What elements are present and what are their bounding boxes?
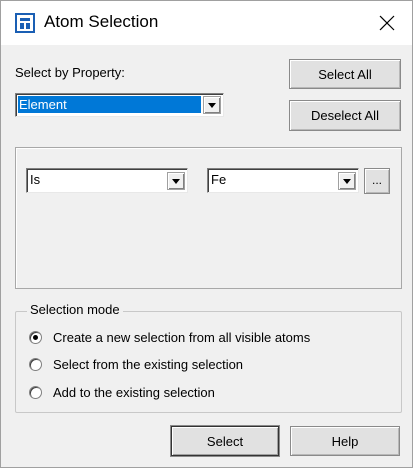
operator-dropdown-arrow[interactable] bbox=[167, 172, 185, 190]
radio-button[interactable] bbox=[29, 386, 42, 399]
window-title: Atom Selection bbox=[44, 12, 159, 31]
property-dropdown-arrow[interactable] bbox=[203, 96, 221, 114]
radio-label: Add to the existing selection bbox=[53, 385, 215, 400]
operator-dropdown[interactable]: Is bbox=[26, 168, 188, 193]
radio-label: Select from the existing selection bbox=[53, 357, 244, 372]
select-button[interactable]: Select bbox=[171, 426, 279, 456]
value-dropdown-arrow[interactable] bbox=[338, 172, 356, 190]
deselect-all-button[interactable]: Deselect All bbox=[289, 100, 401, 131]
operator-value: Is bbox=[30, 172, 41, 187]
select-all-button[interactable]: Select All bbox=[289, 59, 401, 89]
browse-button[interactable]: ... bbox=[364, 168, 390, 194]
help-button[interactable]: Help bbox=[290, 426, 400, 456]
close-button[interactable] bbox=[373, 10, 401, 36]
selection-mode-title: Selection mode bbox=[27, 302, 123, 317]
radio-button-checked[interactable] bbox=[29, 331, 42, 344]
chevron-down-icon bbox=[343, 179, 351, 184]
chevron-down-icon bbox=[172, 179, 180, 184]
select-by-property-label: Select by Property: bbox=[15, 65, 125, 80]
chevron-down-icon bbox=[208, 103, 216, 108]
value-value: Fe bbox=[211, 172, 227, 187]
value-dropdown[interactable]: Fe bbox=[207, 168, 359, 193]
property-selected-value: Element bbox=[18, 96, 201, 113]
close-icon bbox=[379, 15, 395, 31]
title-bar: Atom Selection bbox=[1, 1, 412, 45]
radio-add-to-existing[interactable]: Add to the existing selection bbox=[29, 384, 329, 402]
radio-button[interactable] bbox=[29, 358, 42, 371]
radio-select-from-existing[interactable]: Select from the existing selection bbox=[29, 356, 329, 374]
radio-create-new-selection[interactable]: Create a new selection from all visible … bbox=[29, 329, 379, 347]
app-icon bbox=[15, 13, 35, 33]
radio-label: Create a new selection from all visible … bbox=[53, 330, 311, 345]
atom-selection-dialog: Atom Selection Select by Property: Eleme… bbox=[0, 0, 413, 468]
property-dropdown[interactable]: Element bbox=[15, 93, 224, 117]
